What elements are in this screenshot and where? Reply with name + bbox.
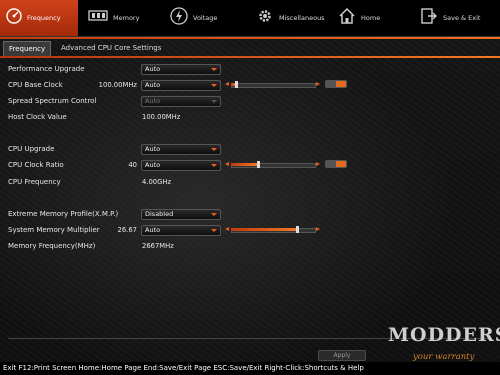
cpu-base-clock-dropdown[interactable]: Auto bbox=[141, 80, 221, 91]
setting-label: Performance Upgrade bbox=[8, 65, 85, 73]
memory-multiplier-dropdown[interactable]: Auto bbox=[141, 225, 221, 236]
slider-knob[interactable] bbox=[257, 161, 260, 168]
spread-spectrum-dropdown[interactable]: Auto bbox=[141, 96, 221, 107]
arrow-right-icon bbox=[316, 82, 320, 86]
cpu-clock-ratio-dropdown[interactable]: Auto bbox=[141, 160, 221, 171]
nav-label: Frequency bbox=[27, 14, 61, 22]
dropdown-value: Auto bbox=[145, 145, 161, 153]
chevron-down-icon bbox=[211, 213, 217, 216]
nav-miscellaneous[interactable]: Miscellaneous bbox=[256, 0, 336, 36]
xmp-dropdown[interactable]: Disabled bbox=[141, 209, 221, 220]
setting-host-clock-value: Host Clock Value 100.00MHz bbox=[0, 110, 500, 124]
arrow-left-icon bbox=[225, 162, 229, 166]
chevron-down-icon bbox=[211, 148, 217, 151]
setting-cpu-base-clock: CPU Base Clock 100.00MHz Auto bbox=[0, 78, 500, 92]
tab-frequency[interactable]: Frequency bbox=[3, 41, 52, 56]
setting-cpu-frequency: CPU Frequency 4.00GHz bbox=[0, 175, 500, 189]
chevron-down-icon bbox=[211, 68, 217, 71]
chevron-down-icon bbox=[211, 164, 217, 167]
arrow-left-icon bbox=[225, 82, 229, 86]
chevron-down-icon bbox=[211, 100, 217, 103]
setting-spread-spectrum-control: Spread Spectrum Control Auto bbox=[0, 94, 500, 108]
nav-save-exit[interactable]: Save & Exit bbox=[420, 0, 500, 36]
setting-label: CPU Base Clock bbox=[8, 81, 63, 89]
cpu-clock-ratio-slider[interactable] bbox=[225, 161, 320, 168]
nav-label: Voltage bbox=[193, 14, 218, 22]
setting-label: CPU Frequency bbox=[8, 178, 61, 186]
cpu-base-clock-toggle[interactable] bbox=[325, 80, 347, 88]
setting-label: Extreme Memory Profile(X.M.P.) bbox=[8, 210, 119, 218]
tab-underline bbox=[0, 56, 500, 58]
setting-xmp: Extreme Memory Profile(X.M.P.) Disabled bbox=[0, 207, 500, 221]
watermark-title: MODDERS bbox=[388, 324, 500, 346]
toggle-knob bbox=[336, 81, 346, 87]
dropdown-value: Auto bbox=[145, 226, 161, 234]
setting-memory-frequency: Memory Frequency(MHz) 2667MHz bbox=[0, 239, 500, 253]
nav-voltage[interactable]: Voltage bbox=[170, 0, 240, 36]
read-only-value: 2667MHz bbox=[142, 242, 174, 250]
nav-label: Miscellaneous bbox=[279, 14, 325, 22]
memory-multiplier-slider[interactable] bbox=[225, 226, 320, 233]
dropdown-value: Auto bbox=[145, 65, 161, 73]
slider-track bbox=[231, 83, 316, 88]
setting-label: CPU Upgrade bbox=[8, 145, 55, 153]
tab-advanced-cpu-core-settings[interactable]: Advanced CPU Core Settings bbox=[56, 41, 166, 55]
nav-home[interactable]: Home bbox=[338, 0, 398, 36]
dropdown-value: Disabled bbox=[145, 210, 174, 218]
status-bar: Exit F12:Print Screen Home:Home Page End… bbox=[0, 362, 500, 375]
watermark-tagline: your warranty bbox=[413, 352, 475, 362]
chevron-down-icon bbox=[211, 84, 217, 87]
gear-icon bbox=[256, 7, 274, 29]
cpu-clock-ratio-toggle[interactable] bbox=[325, 160, 347, 168]
setting-label: Host Clock Value bbox=[8, 113, 67, 121]
current-value: 40 bbox=[128, 161, 137, 169]
nav-label: Save & Exit bbox=[443, 14, 481, 22]
setting-label: Spread Spectrum Control bbox=[8, 97, 97, 105]
nav-label: Home bbox=[361, 14, 381, 22]
setting-label: Memory Frequency(MHz) bbox=[8, 242, 96, 250]
read-only-value: 4.00GHz bbox=[142, 178, 172, 186]
nav-label: Memory bbox=[113, 14, 140, 22]
setting-system-memory-multiplier: System Memory Multiplier 26.67 Auto bbox=[0, 223, 500, 237]
dropdown-value: Auto bbox=[145, 97, 161, 105]
performance-upgrade-dropdown[interactable]: Auto bbox=[141, 64, 221, 75]
chevron-down-icon bbox=[211, 229, 217, 232]
exit-icon bbox=[420, 7, 438, 29]
nav-frequency[interactable]: Frequency bbox=[0, 0, 78, 36]
memory-icon bbox=[88, 8, 108, 28]
cpu-upgrade-dropdown[interactable]: Auto bbox=[141, 144, 221, 155]
setting-cpu-upgrade: CPU Upgrade Auto bbox=[0, 142, 500, 156]
read-only-value: 100.00MHz bbox=[142, 113, 181, 121]
slider-knob[interactable] bbox=[296, 226, 299, 233]
top-navigation: Frequency Memory Voltage Miscellaneous H… bbox=[0, 0, 500, 37]
dropdown-value: Auto bbox=[145, 161, 161, 169]
setting-label: CPU Clock Ratio bbox=[8, 161, 64, 169]
dropdown-value: Auto bbox=[145, 81, 161, 89]
home-icon bbox=[338, 7, 356, 29]
slider-fill bbox=[231, 228, 297, 231]
arrow-left-icon bbox=[225, 227, 229, 231]
frequency-icon bbox=[6, 8, 22, 28]
voltage-icon bbox=[170, 7, 188, 29]
slider-knob[interactable] bbox=[235, 81, 238, 88]
apply-button[interactable]: Apply bbox=[318, 350, 366, 361]
cpu-base-clock-slider[interactable] bbox=[225, 81, 320, 88]
current-value: 26.67 bbox=[117, 226, 137, 234]
setting-cpu-clock-ratio: CPU Clock Ratio 40 Auto bbox=[0, 158, 500, 172]
arrow-right-icon bbox=[316, 227, 320, 231]
slider-fill bbox=[231, 163, 258, 166]
current-value: 100.00MHz bbox=[98, 81, 137, 89]
arrow-right-icon bbox=[316, 162, 320, 166]
shortcut-help-text: Exit F12:Print Screen Home:Home Page End… bbox=[3, 364, 364, 372]
setting-performance-upgrade: Performance Upgrade Auto bbox=[0, 62, 500, 76]
nav-memory[interactable]: Memory bbox=[88, 0, 158, 36]
toggle-knob bbox=[336, 161, 346, 167]
nav-accent-line bbox=[0, 37, 500, 39]
